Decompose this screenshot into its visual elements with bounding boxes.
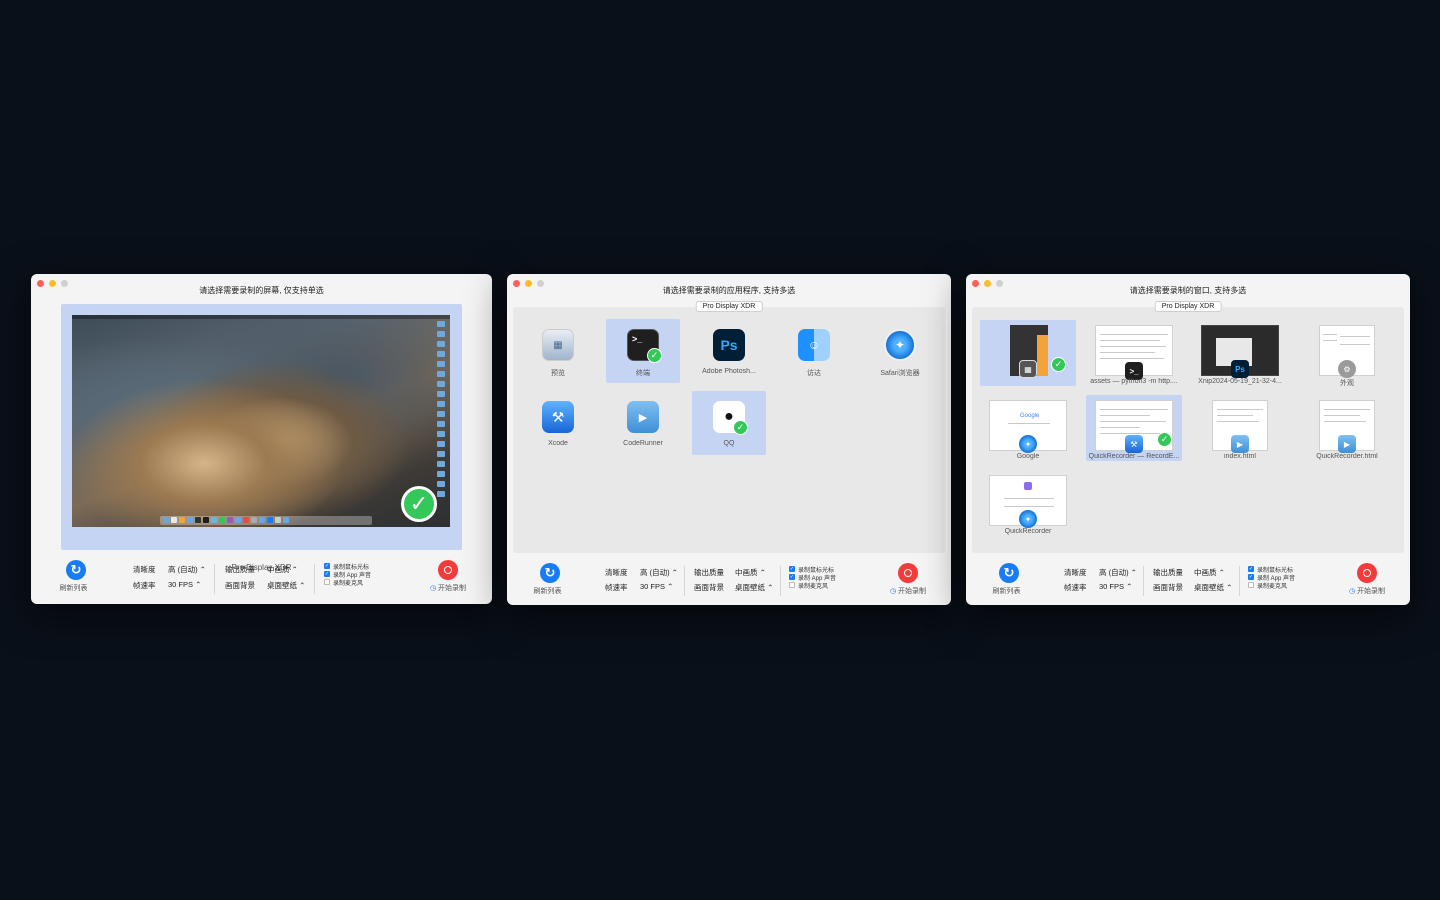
timer-icon: ◷ <box>429 585 437 592</box>
window-item-quickrecorder-xcode[interactable]: ⚒ ✓ QuickRecorder — RecordE... <box>1086 395 1182 461</box>
selected-check-icon: ✓ <box>1157 432 1172 447</box>
window-item-quickrecorder-safari[interactable]: ✦ QuickRecorder <box>980 470 1076 536</box>
window-title: 请选择需要录制的应用程序, 支持多选 <box>662 286 796 295</box>
refresh-icon: ↻ <box>999 563 1019 583</box>
record-icon <box>1357 563 1377 583</box>
record-options: ✓ 录制鼠标光标 ✓ 录制 App 声音 录制麦克风 <box>1248 565 1295 590</box>
selected-check-icon: ✓ <box>1051 357 1066 372</box>
coderunner-icon: ▶ <box>1231 435 1249 453</box>
display-selector[interactable]: Pro Display XDR <box>695 301 763 312</box>
finder-icon: ☺ <box>798 329 830 361</box>
app-item-preview[interactable]: ▦ 预览 <box>521 319 595 383</box>
quality-setting[interactable]: 输出质量 中画质 ⌃ <box>694 567 766 578</box>
app-item-qq[interactable]: ● ✓ QQ <box>692 391 766 455</box>
refresh-icon: ↻ <box>540 563 560 583</box>
app-item-coderunner[interactable]: ▶ CodeRunner <box>606 391 680 455</box>
app-item-terminal[interactable]: >_ ✓ 终端 <box>606 319 680 383</box>
screen-option-pro-display-xdr[interactable]: Pro Display XDR <box>61 304 462 572</box>
record-mic-checkbox[interactable]: 录制麦克风 <box>324 578 371 587</box>
selected-check-icon: ✓ <box>647 348 662 363</box>
safari-icon: ✦ <box>884 329 916 361</box>
app-select-window: 请选择需要录制的应用程序, 支持多选 Pro Display XDR ▦ 预览 … <box>507 274 951 605</box>
refresh-list-button[interactable]: ↻ 刷新列表 <box>993 563 1024 596</box>
start-record-button[interactable]: ◷ 开始录制 <box>427 560 469 593</box>
clarity-setting[interactable]: 清晰度高 (自动) ⌃ <box>133 564 206 575</box>
window-title: 请选择需要录制的窗口, 支持多选 <box>1129 286 1247 295</box>
record-icon <box>898 563 918 583</box>
toolbar: ↻ 刷新列表 清晰度高 (自动) ⌃ 帧速率 30 FPS ⌃ 输出质量 中画质 ⌃… <box>31 552 492 604</box>
refresh-list-button[interactable]: ↻ 刷新列表 <box>534 563 565 596</box>
background-setting[interactable]: 画面背景 桌面壁纸 ⌃ <box>225 580 305 591</box>
divider <box>780 566 781 596</box>
safari-icon: ✦ <box>1019 435 1037 453</box>
xcode-icon: ⚒ <box>1125 435 1143 453</box>
fps-setting[interactable]: 帧速率 30 FPS ⌃ <box>1064 582 1132 593</box>
fps-setting[interactable]: 帧速率 30 FPS ⌃ <box>605 582 673 593</box>
record-options: ✓ 录制鼠标光标 ✓ 录制 App 声音 录制麦克风 <box>324 562 371 587</box>
selected-check-icon: ✓ <box>401 486 437 522</box>
start-record-button[interactable]: ◷ 开始录制 <box>887 563 929 596</box>
toolbar: ↻ 刷新列表 清晰度高 (自动) ⌃ 帧速率 30 FPS ⌃ 输出质量 中画质 ⌃… <box>507 553 951 605</box>
dock-preview <box>160 516 372 525</box>
screen-select-window: 请选择需要录制的屏幕, 仅支持单选 Pro Display XDR ✓ ↻ 刷新… <box>31 274 492 604</box>
clarity-setting[interactable]: 清晰度高 (自动) ⌃ <box>1064 567 1137 578</box>
quality-setting[interactable]: 输出质量 中画质 ⌃ <box>1153 567 1225 578</box>
divider <box>314 564 315 594</box>
divider <box>1239 566 1240 596</box>
window-item-calculator[interactable]: ▦ ✓ <box>980 320 1076 386</box>
window-select-window: 请选择需要录制的窗口, 支持多选 Pro Display XDR ▦ ✓ >_ … <box>966 274 1410 605</box>
window-item-quickrecorder-html[interactable]: ▶ QuickRecorder.html <box>1299 395 1395 461</box>
calculator-icon: ▦ <box>1019 360 1037 378</box>
preview-icon: ▦ <box>542 329 574 361</box>
start-record-button[interactable]: ◷ 开始录制 <box>1346 563 1388 596</box>
background-setting[interactable]: 画面背景 桌面壁纸 ⌃ <box>694 582 773 593</box>
record-mic-checkbox[interactable]: 录制麦克风 <box>1248 581 1295 590</box>
coderunner-icon: ▶ <box>1338 435 1356 453</box>
refresh-icon: ↻ <box>66 560 86 580</box>
xcode-icon: ⚒ <box>542 401 574 433</box>
display-selector[interactable]: Pro Display XDR <box>1154 301 1222 312</box>
divider <box>1143 566 1144 596</box>
coderunner-icon: ▶ <box>627 401 659 433</box>
divider <box>214 564 215 594</box>
window-item-appearance[interactable]: ⚙ 外观 <box>1299 320 1395 387</box>
photoshop-icon: Ps <box>1231 360 1249 378</box>
window-item-photoshop[interactable]: Ps Xnip2024-05-19_21-32-4... <box>1192 320 1288 386</box>
window-title: 请选择需要录制的屏幕, 仅支持单选 <box>199 286 324 295</box>
app-item-photoshop[interactable]: Ps Adobe Photosh... <box>692 319 766 383</box>
photoshop-icon: Ps <box>713 329 745 361</box>
settings-icon: ⚙ <box>1338 360 1356 378</box>
timer-icon: ◷ <box>1348 588 1356 595</box>
desktop-icons-preview <box>435 321 447 497</box>
background-setting[interactable]: 画面背景 桌面壁纸 ⌃ <box>1153 582 1232 593</box>
app-item-xcode[interactable]: ⚒ Xcode <box>521 391 595 455</box>
app-item-finder[interactable]: ☺ 访达 <box>777 319 851 383</box>
window-item-terminal[interactable]: >_ assets — python3 -m http.... <box>1086 320 1182 386</box>
quality-setting[interactable]: 输出质量 中画质 ⌃ <box>225 564 298 575</box>
timer-icon: ◷ <box>889 588 897 595</box>
record-mic-checkbox[interactable]: 录制麦克风 <box>789 581 836 590</box>
record-options: ✓ 录制鼠标光标 ✓ 录制 App 声音 录制麦克风 <box>789 565 836 590</box>
app-item-safari[interactable]: ✦ Safari浏览器 <box>863 319 937 383</box>
toolbar: ↻ 刷新列表 清晰度高 (自动) ⌃ 帧速率 30 FPS ⌃ 输出质量 中画质 ⌃… <box>966 553 1410 605</box>
window-item-index-html[interactable]: ▶ index.html <box>1192 395 1288 461</box>
selected-check-icon: ✓ <box>733 420 748 435</box>
safari-icon: ✦ <box>1019 510 1037 528</box>
fps-setting[interactable]: 帧速率 30 FPS ⌃ <box>133 580 201 591</box>
clarity-setting[interactable]: 清晰度高 (自动) ⌃ <box>605 567 678 578</box>
menubar-preview <box>72 315 450 319</box>
window-item-google[interactable]: Google ✦ Google <box>980 395 1076 461</box>
record-icon <box>438 560 458 580</box>
divider <box>684 566 685 596</box>
refresh-list-button[interactable]: ↻ 刷新列表 <box>60 560 91 593</box>
screen-thumbnail <box>72 315 450 527</box>
